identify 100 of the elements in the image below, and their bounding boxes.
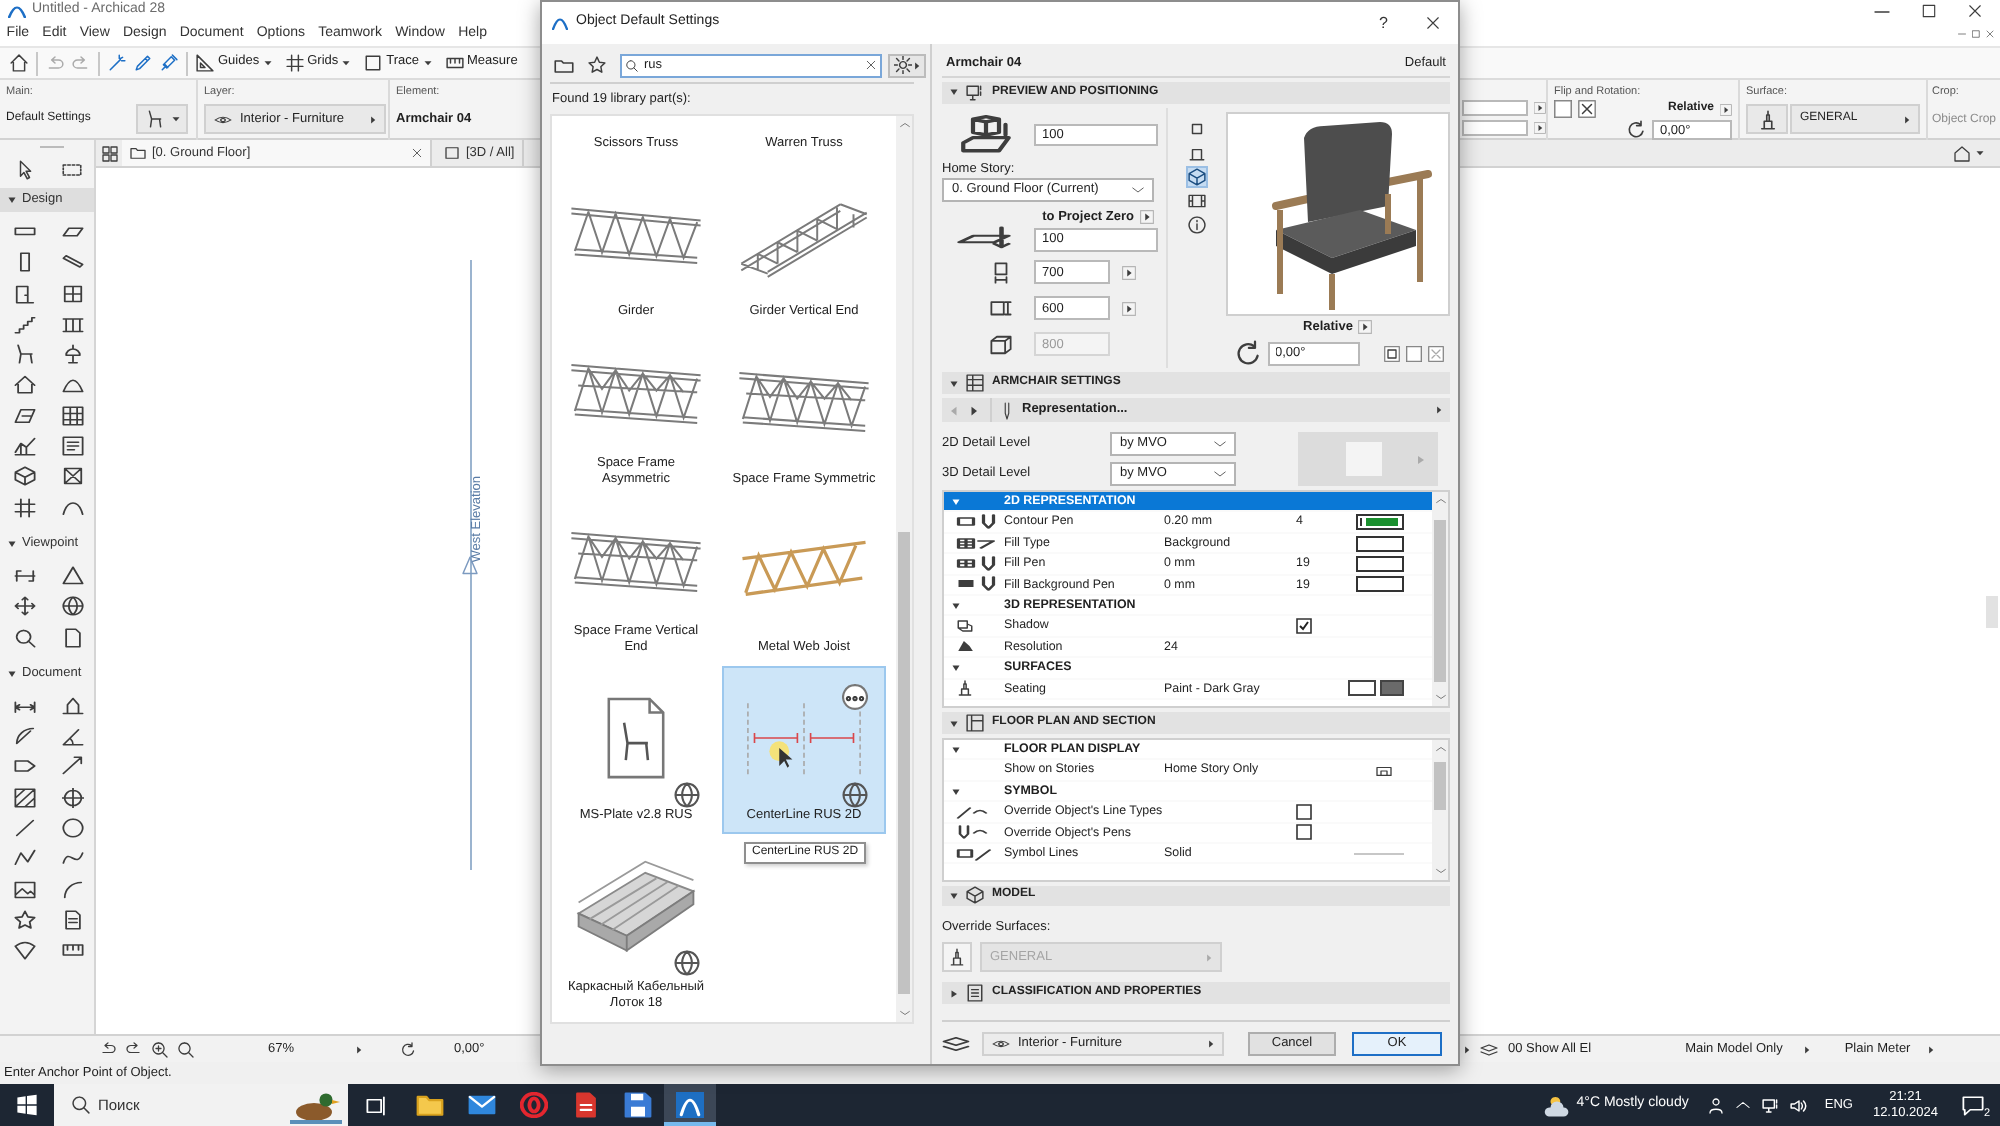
shell-icon[interactable] <box>61 374 83 395</box>
lamp-icon[interactable] <box>61 344 83 365</box>
library-settings-button[interactable] <box>888 53 926 77</box>
next-page-icon[interactable] <box>970 405 978 416</box>
scroll-thumb[interactable] <box>1434 519 1446 683</box>
panel-handle[interactable] <box>1986 596 1998 628</box>
skylight-icon[interactable] <box>13 405 35 426</box>
elevation-marker-icon[interactable] <box>61 565 83 586</box>
marquee-icon[interactable] <box>62 161 82 178</box>
close-icon[interactable] <box>1426 16 1440 30</box>
globe-icon[interactable] <box>61 596 83 617</box>
folder-icon[interactable] <box>554 57 574 73</box>
settings-dropdown-button[interactable] <box>136 104 188 135</box>
scroll-down-icon[interactable] <box>1435 694 1445 701</box>
chair-icon[interactable] <box>13 344 35 365</box>
task-view-icon[interactable] <box>366 1095 388 1115</box>
magnifier-icon[interactable] <box>13 627 35 647</box>
picture-icon[interactable] <box>13 879 35 900</box>
house-outline-icon[interactable] <box>61 695 83 716</box>
pen-swatch-icon[interactable] <box>1356 576 1404 593</box>
roof-icon[interactable] <box>13 374 35 395</box>
arrow-icon[interactable] <box>61 756 83 777</box>
caret-icon[interactable] <box>1464 1045 1470 1053</box>
scroll-thumb[interactable] <box>1434 762 1446 811</box>
crosshair-icon[interactable] <box>61 787 83 808</box>
eyedropper-icon[interactable] <box>134 54 152 72</box>
scroll-up-icon[interactable] <box>1435 746 1445 753</box>
arc-icon[interactable] <box>61 879 83 900</box>
scroll-up-icon[interactable] <box>899 122 909 128</box>
caret-icon[interactable] <box>356 1045 363 1053</box>
notification-icon[interactable] <box>1962 1095 1984 1115</box>
redo-icon[interactable] <box>126 1042 142 1056</box>
zoom-icon[interactable] <box>178 1041 194 1057</box>
dimension-icon[interactable] <box>13 695 35 716</box>
help-button[interactable]: ? <box>1379 15 1388 31</box>
window-icon[interactable] <box>61 283 83 304</box>
speaker-icon[interactable] <box>1790 1097 1809 1113</box>
spline-icon[interactable] <box>61 848 83 869</box>
page-icon[interactable] <box>61 627 83 647</box>
home-icon[interactable] <box>10 54 28 72</box>
ruler-icon[interactable] <box>61 940 83 961</box>
opening-icon[interactable] <box>61 466 83 487</box>
arrow-box-icon[interactable] <box>1534 122 1546 134</box>
scrollbar[interactable] <box>1432 492 1448 707</box>
scroll-thumb[interactable] <box>898 532 910 995</box>
monitor-icon[interactable] <box>1762 1097 1781 1113</box>
arrow-box-icon[interactable] <box>1358 320 1373 335</box>
angle-icon[interactable] <box>61 726 83 747</box>
checkbox[interactable] <box>1296 824 1312 841</box>
surface-swatch-icon[interactable] <box>1380 680 1404 697</box>
cube-icon[interactable] <box>1188 167 1206 186</box>
more-icon[interactable] <box>842 684 868 710</box>
close-icon[interactable] <box>412 148 422 158</box>
person-icon[interactable] <box>1708 1097 1725 1113</box>
mesh-icon[interactable] <box>13 436 35 457</box>
tag-icon[interactable] <box>13 756 35 777</box>
house-icon[interactable] <box>1954 145 1970 161</box>
text-box-icon[interactable] <box>61 436 83 457</box>
arrow-box-icon[interactable] <box>1534 102 1546 114</box>
star-icon[interactable] <box>588 56 606 74</box>
checkbox[interactable] <box>1296 803 1312 820</box>
mirror-toggle-icon[interactable] <box>1405 345 1421 362</box>
scroll-down-icon[interactable] <box>1435 867 1445 874</box>
beam-icon[interactable] <box>61 252 83 273</box>
elevation-icon[interactable] <box>1188 143 1206 162</box>
close-icon[interactable] <box>1968 4 1982 18</box>
arch-icon[interactable] <box>61 497 83 518</box>
mirror-toggle-icon[interactable] <box>1554 100 1572 119</box>
pointer-icon[interactable] <box>15 159 33 180</box>
input-field[interactable] <box>1462 120 1528 136</box>
undo-icon[interactable] <box>100 1042 116 1056</box>
windows-logo-icon[interactable] <box>16 1094 38 1116</box>
polyline-icon[interactable] <box>13 848 35 869</box>
arrow-box-icon[interactable] <box>1720 103 1732 116</box>
mirror-toggle-icon[interactable] <box>1427 345 1443 362</box>
move-arrows-icon[interactable] <box>13 596 35 617</box>
hatch-icon[interactable] <box>13 787 35 808</box>
line-icon[interactable] <box>13 817 35 838</box>
override-swatch-icon[interactable] <box>1348 680 1376 697</box>
pen-swatch-icon[interactable] <box>1356 535 1404 552</box>
railing-icon[interactable] <box>61 313 83 334</box>
mirror-toggle-icon[interactable] <box>1383 345 1399 362</box>
stairs-icon[interactable] <box>13 313 35 334</box>
film-strip-icon[interactable] <box>1188 191 1206 210</box>
caret-icon[interactable] <box>1804 1045 1811 1053</box>
maximize-icon[interactable] <box>1922 4 1936 18</box>
chevron-up-icon[interactable] <box>1736 1100 1751 1110</box>
scroll-down-icon[interactable] <box>899 1010 909 1016</box>
scroll-up-icon[interactable] <box>1435 498 1445 505</box>
surface-button[interactable] <box>942 942 972 973</box>
door-icon[interactable] <box>13 283 35 304</box>
curtain-wall-icon[interactable] <box>61 405 83 426</box>
taskbar-button[interactable] <box>664 1084 716 1126</box>
syringe-icon[interactable] <box>160 54 178 72</box>
grid-icon[interactable] <box>13 497 35 518</box>
arrow-box-icon[interactable] <box>1122 265 1136 280</box>
input-field[interactable] <box>1462 100 1528 116</box>
story-icon[interactable] <box>1376 763 1392 778</box>
document-icon[interactable] <box>61 909 83 930</box>
star-icon[interactable] <box>13 909 35 930</box>
